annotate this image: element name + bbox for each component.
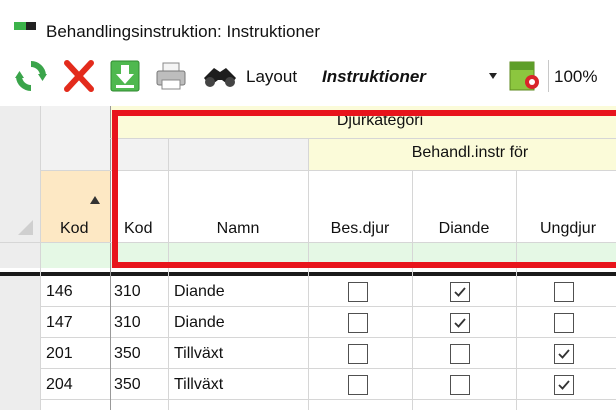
grid-line	[308, 138, 309, 410]
check-icon	[454, 287, 466, 297]
kod-header-spacer	[40, 106, 110, 170]
column-header-diande[interactable]: Diande	[412, 220, 516, 238]
checkbox-ungdjur[interactable]	[554, 375, 574, 395]
cell-kod: 147	[46, 314, 73, 331]
cell-namn: Diande	[174, 314, 225, 331]
check-icon	[558, 349, 570, 359]
column-header-ungdjur[interactable]: Ungdjur	[516, 220, 616, 238]
data-grid: Kod Djurkategori Behandl.instr för Kod N…	[0, 106, 616, 410]
checkbox-diande[interactable]	[450, 282, 470, 302]
checkbox-bes[interactable]	[348, 282, 368, 302]
column-header-namn[interactable]: Namn	[168, 220, 308, 238]
column-header-kod-1: Kod	[60, 220, 89, 237]
delete-icon[interactable]	[62, 60, 96, 92]
checkbox-bes[interactable]	[348, 313, 368, 333]
checkbox-diande[interactable]	[450, 344, 470, 364]
sub-group-header-label: Behandl.instr för	[411, 144, 529, 161]
checkbox-ungdjur[interactable]	[554, 282, 574, 302]
grid-line	[40, 106, 41, 410]
checkbox-diande[interactable]	[450, 313, 470, 333]
grid-line	[168, 138, 169, 410]
checkbox-ungdjur[interactable]	[554, 313, 574, 333]
group-header-label: Djurkategori	[336, 112, 424, 129]
cell-namn: Diande	[174, 283, 225, 300]
download-icon[interactable]	[108, 60, 142, 92]
cell-kod: 146	[46, 283, 73, 300]
sort-ascending-icon	[90, 196, 100, 204]
app-icon	[14, 22, 36, 30]
cell-kod-2: 310	[114, 314, 141, 331]
cell-kod: 204	[46, 376, 73, 393]
cell-kod-2: 350	[114, 376, 141, 393]
layout-dropdown[interactable]: Instruktioner	[316, 60, 504, 92]
checkbox-ungdjur[interactable]	[554, 344, 574, 364]
check-icon	[558, 380, 570, 390]
grid-line	[412, 170, 413, 410]
grid-line	[110, 138, 616, 139]
toolbar: Layout Instruktioner 100%	[0, 50, 616, 106]
sub-header-spacer	[110, 138, 308, 170]
filter-row[interactable]	[40, 242, 616, 268]
binoculars-icon[interactable]	[200, 60, 240, 92]
layout-value: Instruktioner	[322, 67, 426, 86]
filter-row-header	[0, 242, 40, 268]
layout-label: Layout	[246, 67, 298, 86]
grid-line	[40, 170, 616, 171]
window-title: Behandlingsinstruktion: Instruktioner	[46, 22, 321, 41]
column-header-bes-djur[interactable]: Bes.djur	[308, 220, 412, 238]
cell-kod-2: 350	[114, 345, 141, 362]
print-icon[interactable]	[154, 60, 188, 92]
check-icon	[454, 318, 466, 328]
layout-settings-icon[interactable]	[508, 60, 542, 92]
row-header-column	[0, 276, 40, 410]
column-header-kod-2[interactable]: Kod	[124, 220, 152, 238]
grid-line	[516, 170, 517, 410]
cell-namn: Tillväxt	[174, 376, 224, 393]
grid-line	[0, 242, 616, 243]
checkbox-bes[interactable]	[348, 375, 368, 395]
checkbox-diande[interactable]	[450, 375, 470, 395]
checkbox-bes[interactable]	[348, 344, 368, 364]
cell-kod: 201	[46, 345, 73, 362]
corner-triangle-icon	[18, 220, 33, 235]
chevron-down-icon	[489, 73, 497, 79]
grid-line	[110, 106, 111, 410]
cell-namn: Tillväxt	[174, 345, 224, 362]
refresh-icon[interactable]	[14, 60, 48, 92]
title-bar: Behandlingsinstruktion: Instruktioner	[0, 0, 616, 50]
cell-kod-2: 310	[114, 283, 141, 300]
zoom-level: 100%	[554, 67, 598, 86]
